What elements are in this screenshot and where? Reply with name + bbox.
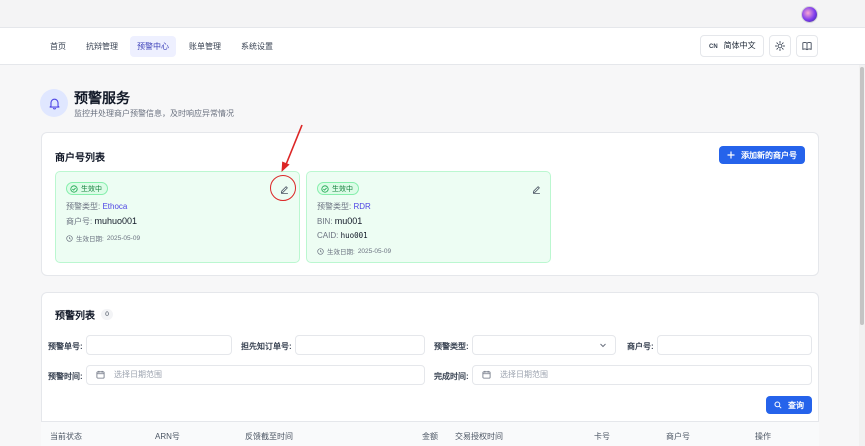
column-header: 反馈截至时间 — [245, 432, 293, 441]
avatar[interactable] — [801, 6, 818, 23]
effective-date-label: 生效日期: — [327, 249, 355, 256]
caid-label: CAID: — [317, 231, 339, 240]
bin-line: BIN: mu001 — [317, 216, 362, 226]
check-circle-icon — [70, 184, 78, 193]
column-header: 当前状态 — [50, 432, 82, 441]
alert-type-filter-label: 预警类型: — [434, 342, 469, 351]
alert-type-line: 预警类型: Ethoca — [66, 201, 127, 212]
bin-value: mu001 — [334, 216, 363, 226]
edit-merchant-button[interactable] — [529, 182, 543, 196]
done-time-placeholder: 选择日期范围 — [500, 370, 548, 379]
docs-button[interactable] — [796, 35, 818, 57]
nav-item-dispute[interactable]: 抗辩管理 — [79, 36, 125, 57]
alert-type-select[interactable] — [472, 335, 616, 355]
plus-icon — [727, 151, 735, 159]
merchant-no-value: muhuo001 — [94, 216, 138, 226]
alert-count-badge: 0 — [101, 309, 113, 320]
effective-date-value: 2025-05-09 — [106, 234, 141, 242]
done-time-range-picker[interactable]: 选择日期范围 — [472, 365, 812, 385]
query-button[interactable]: 查询 — [766, 396, 812, 414]
alert-time-label: 预警时间: — [48, 372, 83, 381]
status-text: 生效中 — [332, 185, 353, 193]
effective-date-label: 生效日期: — [76, 236, 104, 243]
status-text: 生效中 — [81, 185, 102, 193]
chevron-down-icon — [600, 343, 606, 348]
nav-item-settings[interactable]: 系统设置 — [234, 36, 280, 57]
alert-no-label: 预警单号: — [48, 342, 83, 351]
alert-type-label: 预警类型: — [317, 202, 352, 211]
column-header: 交易授权时间 — [455, 432, 503, 441]
page-icon — [40, 89, 68, 117]
column-header: ARN号 — [155, 432, 180, 441]
column-header: 卡号 — [594, 432, 610, 441]
search-icon — [774, 401, 782, 409]
merchant-list-title: 商户号列表 — [55, 153, 105, 164]
alert-list-title: 预警列表 — [55, 311, 95, 322]
bin-label: BIN: — [317, 217, 333, 226]
effective-date-value: 2025-05-09 — [357, 247, 392, 255]
status-badge: 生效中 — [317, 182, 359, 195]
alert-time-range-picker[interactable]: 选择日期范围 — [86, 365, 425, 385]
prior-no-label: 担先知订单号: — [241, 342, 292, 351]
prior-no-input[interactable] — [295, 335, 425, 355]
done-time-label: 完成时间: — [434, 372, 469, 381]
alert-type-value: RDR — [353, 202, 371, 211]
alert-type-label: 预警类型: — [66, 202, 101, 211]
clock-icon — [66, 234, 73, 242]
add-merchant-label: 添加新的商户号 — [741, 150, 797, 160]
language-label: 简体中文 — [723, 41, 756, 50]
bell-icon — [48, 98, 60, 109]
merchant-no-input[interactable] — [657, 335, 812, 355]
theme-toggle-button[interactable] — [769, 35, 791, 57]
calendar-icon — [96, 370, 105, 379]
sun-icon — [775, 41, 785, 51]
effective-date: 生效日期: 2025-05-09 — [317, 246, 391, 256]
language-switcher[interactable]: CN 简体中文 — [700, 35, 764, 57]
merchant-card: 生效中 预警类型: Ethoca 商户号: muhuo001 生效日期: 2025… — [55, 171, 300, 263]
caid-line: CAID: huo001 — [317, 231, 368, 240]
scrollbar-thumb[interactable] — [860, 67, 864, 325]
merchant-no-label: 商户号: — [66, 217, 93, 226]
annotation-circle — [270, 175, 296, 201]
column-header: 商户号 — [666, 432, 690, 441]
alert-type-value: Ethoca — [102, 202, 128, 211]
language-code: CN — [709, 44, 718, 50]
merchant-card: 生效中 预警类型: RDR BIN: mu001 CAID: huo001 生效… — [306, 171, 551, 263]
page-subtitle: 监控并处理商户预警信息，及时响应异常情况 — [74, 109, 234, 118]
annotation-arrow — [281, 124, 303, 172]
check-circle-icon — [321, 184, 329, 193]
caid-value: huo001 — [340, 231, 368, 240]
page-title: 预警服务 — [74, 90, 130, 106]
column-header: 金额 — [422, 432, 438, 441]
add-merchant-button[interactable]: 添加新的商户号 — [719, 146, 805, 164]
edit-icon — [532, 185, 540, 194]
book-icon — [802, 42, 812, 51]
top-bar — [0, 0, 865, 28]
clock-icon — [317, 247, 324, 255]
alert-type-line: 预警类型: RDR — [317, 201, 371, 212]
column-header: 操作 — [755, 432, 771, 441]
nav-item-billing[interactable]: 账单管理 — [182, 36, 228, 57]
main-nav: 首页 抗辩管理 预警中心 账单管理 系统设置 CN 简体中文 — [0, 28, 865, 65]
calendar-icon — [482, 370, 491, 379]
nav-item-home[interactable]: 首页 — [43, 36, 73, 57]
effective-date: 生效日期: 2025-05-09 — [66, 233, 140, 243]
alert-time-placeholder: 选择日期范围 — [114, 370, 162, 379]
alert-no-input[interactable] — [86, 335, 232, 355]
alert-table-header: 当前状态 ARN号 反馈截至时间 金额 交易授权时间 卡号 商户号 操作 — [41, 421, 819, 446]
nav-item-alert-center[interactable]: 预警中心 — [130, 36, 176, 57]
status-badge: 生效中 — [66, 182, 108, 195]
merchant-no-line: 商户号: muhuo001 — [66, 216, 137, 227]
page-scrollbar[interactable] — [859, 65, 865, 446]
query-label: 查询 — [788, 400, 804, 410]
merchant-no-filter-label: 商户号: — [627, 342, 654, 351]
